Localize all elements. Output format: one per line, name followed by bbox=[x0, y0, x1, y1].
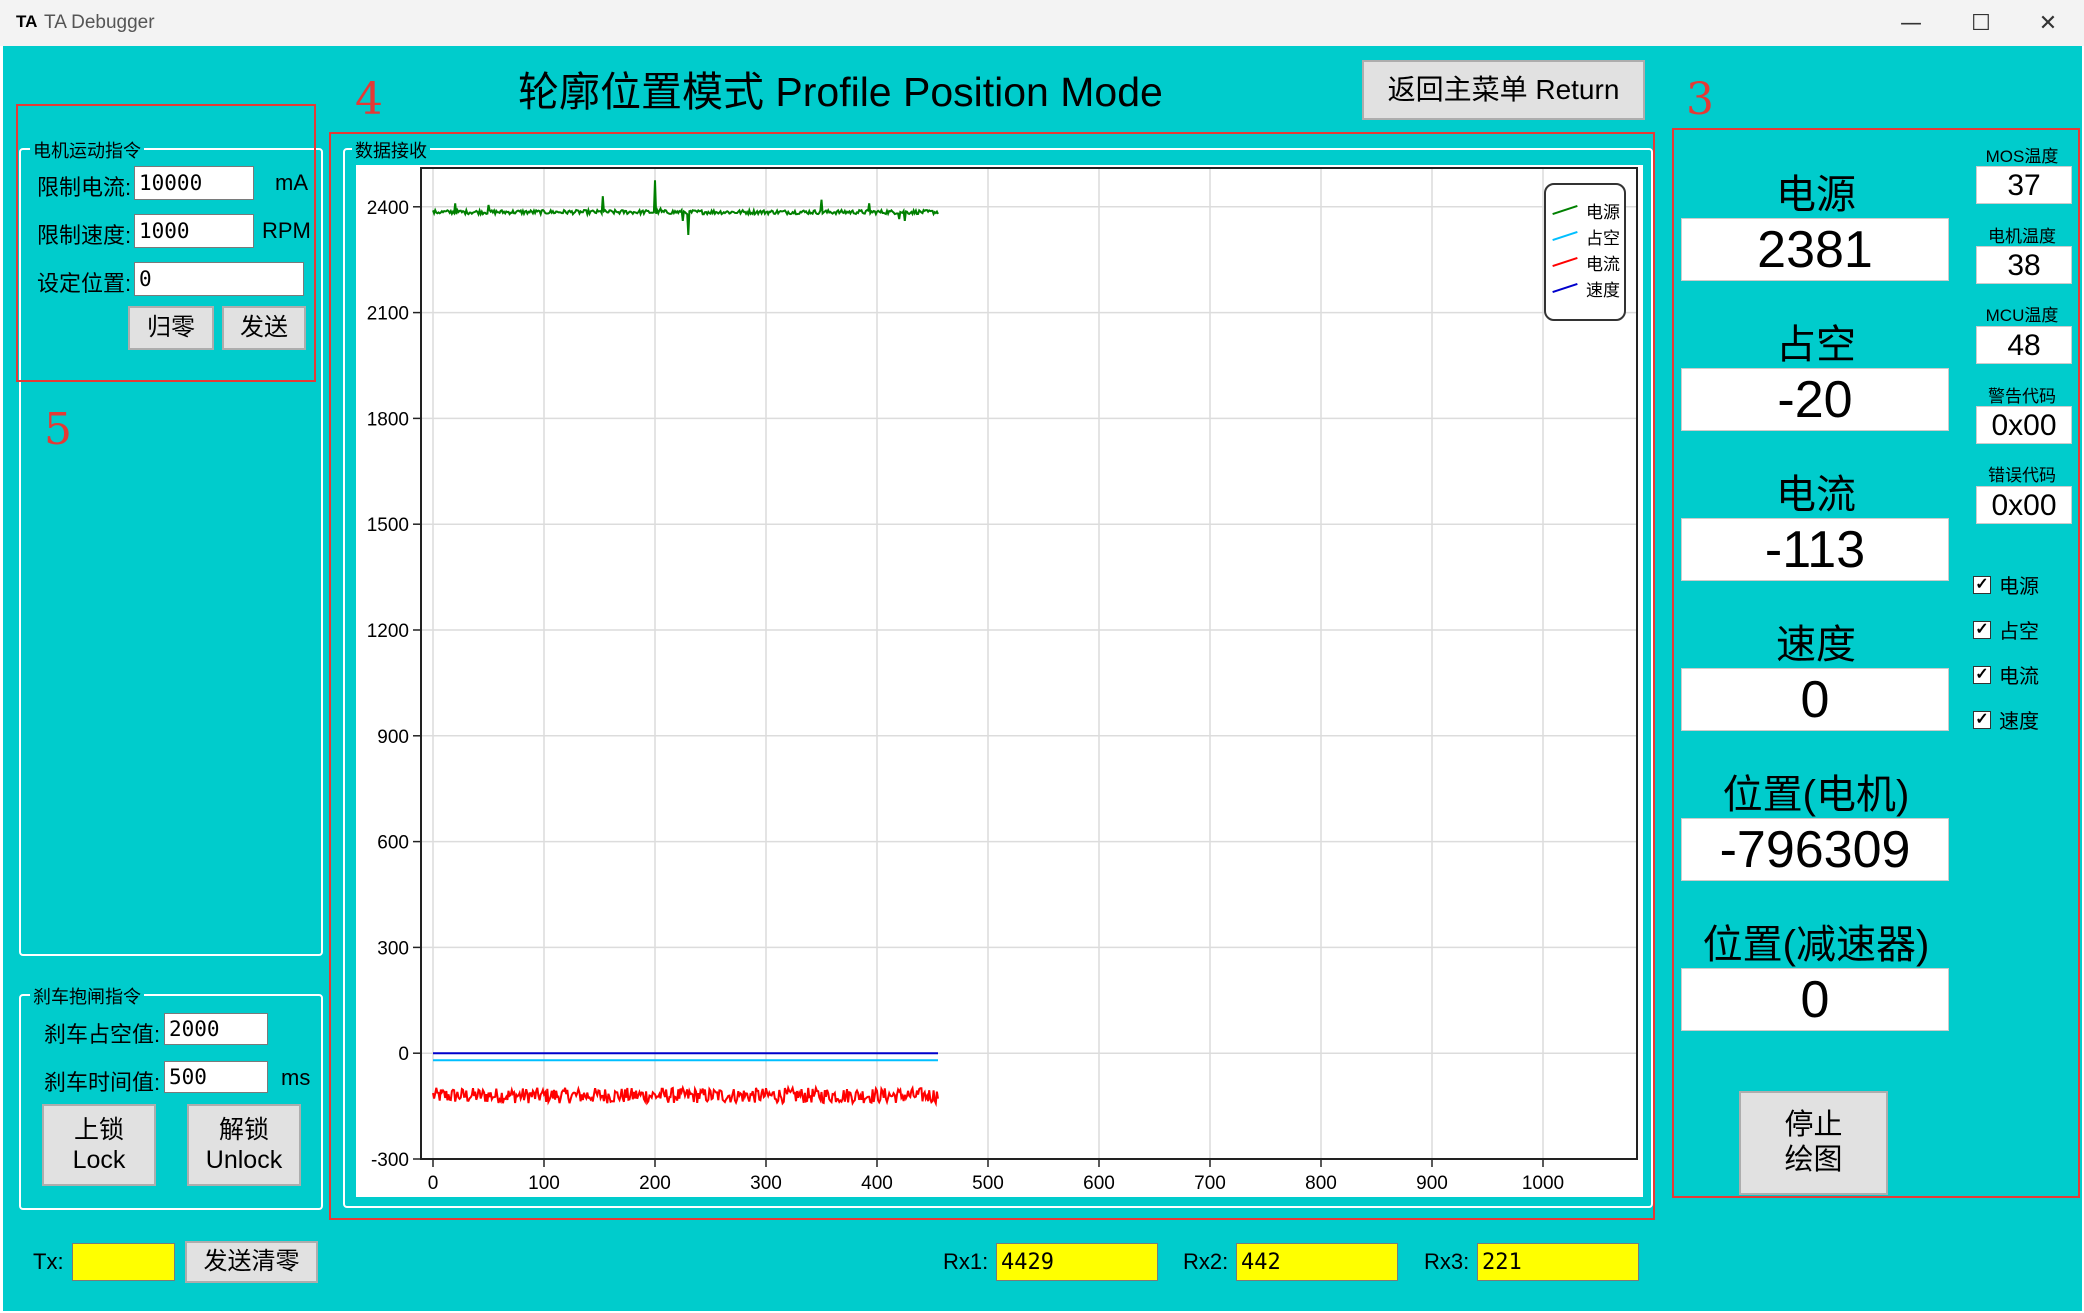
mcu-temp-value: 48 bbox=[1976, 326, 2072, 364]
checkbox-current-box[interactable]: ✓ bbox=[1973, 665, 1991, 684]
mos-temp-value: 37 bbox=[1976, 166, 2072, 204]
return-button[interactable]: 返回主菜单 Return bbox=[1362, 60, 1645, 120]
checkbox-power[interactable]: ✓ 电源 bbox=[1973, 570, 2039, 599]
unlock-button-label-en: Unlock bbox=[205, 1146, 283, 1174]
checkbox-duty[interactable]: ✓ 占空 bbox=[1973, 615, 2039, 644]
brake-duty-label: 刹车占空值: bbox=[44, 1022, 161, 1047]
motor-temp-label: 电机温度 bbox=[1988, 227, 2056, 246]
annotation-label-5: 5 bbox=[44, 404, 72, 455]
error-code-value: 0x00 bbox=[1976, 486, 2072, 524]
brake-time-unit: ms bbox=[281, 1065, 311, 1090]
warning-code-label: 警告代码 bbox=[1988, 387, 2056, 406]
checkbox-current[interactable]: ✓ 电流 bbox=[1973, 660, 2039, 689]
app-logo: TA bbox=[16, 12, 38, 31]
unlock-button-label-cn: 解锁 bbox=[218, 1116, 269, 1144]
reducer-position-label: 位置(减速器) bbox=[1702, 923, 1930, 967]
current-label: 电流 bbox=[1776, 473, 1856, 517]
checkbox-duty-box[interactable]: ✓ bbox=[1973, 620, 1991, 639]
rx1-label: Rx1: bbox=[943, 1249, 989, 1274]
brake-duty-input[interactable]: 2000 bbox=[164, 1013, 268, 1045]
brake-time-label: 刹车时间值: bbox=[44, 1070, 161, 1095]
stop-plot-button[interactable]: 停止 绘图 bbox=[1739, 1091, 1888, 1195]
close-button[interactable]: ✕ bbox=[2017, 0, 2079, 46]
annotation-label-3: 3 bbox=[1686, 74, 1714, 125]
motor-temp-value: 38 bbox=[1976, 246, 2072, 284]
brake-command-group-title: 刹车抱闸指令 bbox=[30, 983, 144, 1009]
motor-position-label: 位置(电机) bbox=[1722, 773, 1910, 817]
mcu-temp-label: MCU温度 bbox=[1985, 306, 2059, 325]
error-code-label: 错误代码 bbox=[1988, 466, 2056, 485]
window-title: TA Debugger bbox=[44, 12, 155, 33]
motor-position-value: -796309 bbox=[1681, 818, 1949, 881]
checkbox-speed-box[interactable]: ✓ bbox=[1973, 710, 1991, 729]
checkbox-power-box[interactable]: ✓ bbox=[1973, 575, 1991, 594]
rx2-label: Rx2: bbox=[1183, 1249, 1229, 1274]
rx3-label: Rx3: bbox=[1424, 1249, 1470, 1274]
duty-label: 占空 bbox=[1776, 323, 1856, 367]
current-value: -113 bbox=[1681, 518, 1949, 581]
reducer-position-value: 0 bbox=[1681, 968, 1949, 1031]
rx3-counter: 221 bbox=[1477, 1243, 1639, 1281]
annotation-label-4: 4 bbox=[355, 74, 383, 125]
duty-value: -20 bbox=[1681, 368, 1949, 431]
lock-button[interactable]: 上锁 Lock bbox=[42, 1104, 156, 1186]
tx-counter bbox=[72, 1243, 175, 1281]
lock-button-label-en: Lock bbox=[72, 1146, 126, 1174]
stop-plot-label-2: 绘图 bbox=[1784, 1144, 1843, 1176]
lock-button-label-cn: 上锁 bbox=[73, 1116, 124, 1144]
power-value: 2381 bbox=[1681, 218, 1949, 281]
brake-time-input[interactable]: 500 bbox=[164, 1061, 268, 1093]
power-label: 电源 bbox=[1776, 173, 1856, 217]
rx2-counter: 442 bbox=[1236, 1243, 1398, 1281]
tx-label: Tx: bbox=[33, 1249, 64, 1274]
annotation-box-5 bbox=[16, 104, 316, 382]
mos-temp-label: MOS温度 bbox=[1985, 147, 2059, 166]
checkbox-speed[interactable]: ✓ 速度 bbox=[1973, 705, 2039, 734]
rx1-counter: 4429 bbox=[996, 1243, 1158, 1281]
speed-value: 0 bbox=[1681, 668, 1949, 731]
unlock-button[interactable]: 解锁 Unlock bbox=[187, 1104, 301, 1186]
page-title: 轮廓位置模式 Profile Position Mode bbox=[518, 69, 1163, 115]
annotation-box-4 bbox=[329, 132, 1655, 1220]
stop-plot-label-1: 停止 bbox=[1784, 1109, 1843, 1142]
warning-code-value: 0x00 bbox=[1976, 406, 2072, 444]
minimize-button[interactable]: — bbox=[1880, 0, 1942, 46]
speed-label: 速度 bbox=[1776, 623, 1856, 667]
title-bar: TA TA Debugger — ☐ ✕ bbox=[0, 0, 2084, 46]
maximize-button[interactable]: ☐ bbox=[1950, 0, 2012, 46]
clear-send-button[interactable]: 发送清零 bbox=[185, 1241, 318, 1283]
